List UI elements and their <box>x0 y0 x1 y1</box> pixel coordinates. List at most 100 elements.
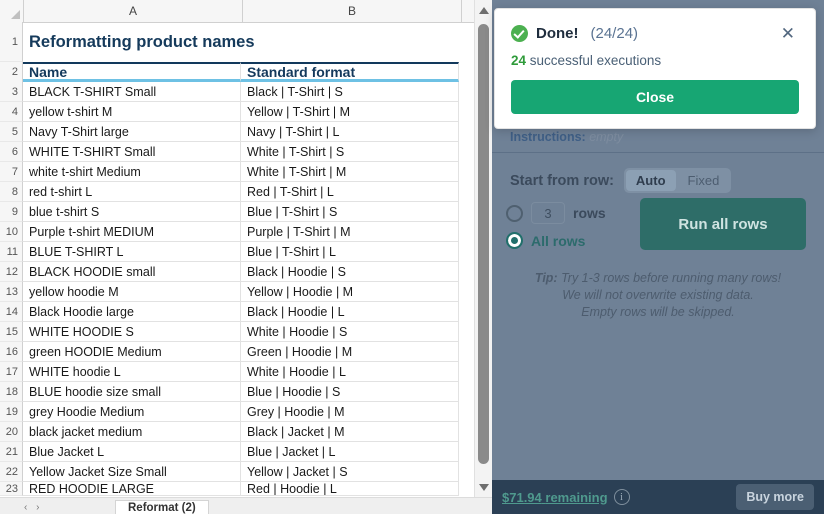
cell-standard-format[interactable]: Black | Hoodie | L <box>241 302 459 322</box>
cell-standard-format[interactable]: White | T-Shirt | M <box>241 162 459 182</box>
cell-name[interactable]: Purple t-shirt MEDIUM <box>23 222 241 242</box>
header-cell-name[interactable]: Name <box>23 62 241 82</box>
table-row[interactable]: 11BLUE T-SHIRT LBlue | T-Shirt | L <box>0 242 492 262</box>
row-header[interactable]: 3 <box>0 82 23 102</box>
select-all-corner[interactable] <box>0 0 24 22</box>
table-row[interactable]: 23RED HOODIE LARGERed | Hoodie | L <box>0 482 492 496</box>
table-row[interactable]: 8red t-shirt LRed | T-Shirt | L <box>0 182 492 202</box>
scroll-down-arrow-icon[interactable] <box>475 479 492 496</box>
cell-name[interactable]: Blue Jacket L <box>23 442 241 462</box>
cell-name[interactable]: yellow hoodie M <box>23 282 241 302</box>
row-header[interactable]: 19 <box>0 402 23 422</box>
sheet-vertical-scrollbar[interactable] <box>474 0 492 514</box>
cell-name[interactable]: green HOODIE Medium <box>23 342 241 362</box>
close-button[interactable]: Close <box>511 80 799 114</box>
start-from-row-option-auto[interactable]: Auto <box>626 170 676 191</box>
row-header[interactable]: 15 <box>0 322 23 342</box>
cell-standard-format[interactable]: Yellow | Hoodie | M <box>241 282 459 302</box>
cell-name[interactable]: BLACK T-SHIRT Small <box>23 82 241 102</box>
row-header[interactable]: 16 <box>0 342 23 362</box>
table-row[interactable]: 14Black Hoodie largeBlack | Hoodie | L <box>0 302 492 322</box>
cell-name[interactable]: grey Hoodie Medium <box>23 402 241 422</box>
cell-standard-format[interactable]: Green | Hoodie | M <box>241 342 459 362</box>
cell-name[interactable]: Black Hoodie large <box>23 302 241 322</box>
row-header[interactable]: 8 <box>0 182 23 202</box>
header-cell-standard-format[interactable]: Standard format <box>241 62 459 82</box>
table-row[interactable]: 5Navy T-Shirt largeNavy | T-Shirt | L <box>0 122 492 142</box>
row-header[interactable]: 6 <box>0 142 23 162</box>
credit-amount[interactable]: $71.94 remaining <box>502 490 608 505</box>
close-icon[interactable]: ✕ <box>777 23 799 44</box>
cell-standard-format[interactable]: White | T-Shirt | S <box>241 142 459 162</box>
table-row[interactable]: 21Blue Jacket LBlue | Jacket | L <box>0 442 492 462</box>
table-row[interactable]: 1 Reformatting product names <box>0 22 492 62</box>
table-row[interactable]: 12BLACK HOODIE smallBlack | Hoodie | S <box>0 262 492 282</box>
table-row[interactable]: 9blue t-shirt SBlue | T-Shirt | S <box>0 202 492 222</box>
radio-all-rows[interactable]: All rows <box>506 232 636 249</box>
table-row[interactable]: 16green HOODIE MediumGreen | Hoodie | M <box>0 342 492 362</box>
cell-name[interactable]: BLUE hoodie size small <box>23 382 241 402</box>
table-row[interactable]: 17WHITE hoodie LWhite | Hoodie | L <box>0 362 492 382</box>
table-row[interactable]: 18BLUE hoodie size smallBlue | Hoodie | … <box>0 382 492 402</box>
buy-more-button[interactable]: Buy more <box>736 484 814 510</box>
sheet-title-cell[interactable]: Reformatting product names <box>23 22 459 62</box>
table-row[interactable]: 4yellow t-shirt MYellow | T-Shirt | M <box>0 102 492 122</box>
row-header[interactable]: 23 <box>0 482 23 496</box>
cell-standard-format[interactable]: Red | T-Shirt | L <box>241 182 459 202</box>
table-row[interactable]: 22Yellow Jacket Size SmallYellow | Jacke… <box>0 462 492 482</box>
cell-standard-format[interactable]: White | Hoodie | L <box>241 362 459 382</box>
cell-name[interactable]: yellow t-shirt M <box>23 102 241 122</box>
cell-name[interactable]: BLACK HOODIE small <box>23 262 241 282</box>
table-row[interactable]: 19grey Hoodie MediumGrey | Hoodie | M <box>0 402 492 422</box>
table-row[interactable]: 15WHITE HOODIE SWhite | Hoodie | S <box>0 322 492 342</box>
column-header-a[interactable]: A <box>24 0 243 22</box>
cell-standard-format[interactable]: Grey | Hoodie | M <box>241 402 459 422</box>
cell-standard-format[interactable]: Yellow | Jacket | S <box>241 462 459 482</box>
cell-standard-format[interactable]: Navy | T-Shirt | L <box>241 122 459 142</box>
row-header[interactable]: 9 <box>0 202 23 222</box>
cell-standard-format[interactable]: Purple | T-Shirt | M <box>241 222 459 242</box>
row-header[interactable]: 14 <box>0 302 23 322</box>
row-header[interactable]: 2 <box>0 62 23 82</box>
cell-standard-format[interactable]: Blue | T-Shirt | S <box>241 202 459 222</box>
scroll-up-arrow-icon[interactable] <box>475 2 492 19</box>
row-header[interactable]: 22 <box>0 462 23 482</box>
info-icon[interactable]: i <box>614 489 630 505</box>
cell-standard-format[interactable]: Black | Jacket | M <box>241 422 459 442</box>
cell-name[interactable]: Yellow Jacket Size Small <box>23 462 241 482</box>
cell-name[interactable]: RED HOODIE LARGE <box>23 482 241 496</box>
scrollbar-thumb[interactable] <box>478 24 489 464</box>
cell-standard-format[interactable]: Blue | Hoodie | S <box>241 382 459 402</box>
row-header[interactable]: 5 <box>0 122 23 142</box>
radio-all-rows-indicator[interactable] <box>506 232 523 249</box>
table-row[interactable]: 10Purple t-shirt MEDIUMPurple | T-Shirt … <box>0 222 492 242</box>
cell-name[interactable]: black jacket medium <box>23 422 241 442</box>
start-from-row-option-fixed[interactable]: Fixed <box>678 170 730 191</box>
row-header[interactable]: 17 <box>0 362 23 382</box>
cell-standard-format[interactable]: Black | Hoodie | S <box>241 262 459 282</box>
cell-standard-format[interactable]: Yellow | T-Shirt | M <box>241 102 459 122</box>
row-header[interactable]: 18 <box>0 382 23 402</box>
rows-number-input[interactable]: 3 <box>531 202 565 224</box>
cell-name[interactable]: BLUE T-SHIRT L <box>23 242 241 262</box>
cell-name[interactable]: Navy T-Shirt large <box>23 122 241 142</box>
row-header[interactable]: 1 <box>0 22 23 62</box>
table-header-row[interactable]: 2 Name Standard format <box>0 62 492 82</box>
cell-standard-format[interactable]: White | Hoodie | S <box>241 322 459 342</box>
row-header[interactable]: 4 <box>0 102 23 122</box>
cell-name[interactable]: blue t-shirt S <box>23 202 241 222</box>
instructions-value[interactable]: empty <box>589 130 623 144</box>
table-row[interactable]: 6WHITE T-SHIRT SmallWhite | T-Shirt | S <box>0 142 492 162</box>
column-header-b[interactable]: B <box>243 0 462 22</box>
row-header[interactable]: 21 <box>0 442 23 462</box>
row-header[interactable]: 13 <box>0 282 23 302</box>
cell-standard-format[interactable]: Blue | Jacket | L <box>241 442 459 462</box>
cell-standard-format[interactable]: Blue | T-Shirt | L <box>241 242 459 262</box>
sheet-tab-nav[interactable]: ‹ › <box>24 502 42 513</box>
cell-name[interactable]: WHITE HOODIE S <box>23 322 241 342</box>
table-row[interactable]: 20black jacket mediumBlack | Jacket | M <box>0 422 492 442</box>
row-header[interactable]: 7 <box>0 162 23 182</box>
cell-name[interactable]: red t-shirt L <box>23 182 241 202</box>
cell-name[interactable]: WHITE hoodie L <box>23 362 241 382</box>
cell-standard-format[interactable]: Red | Hoodie | L <box>241 482 459 496</box>
